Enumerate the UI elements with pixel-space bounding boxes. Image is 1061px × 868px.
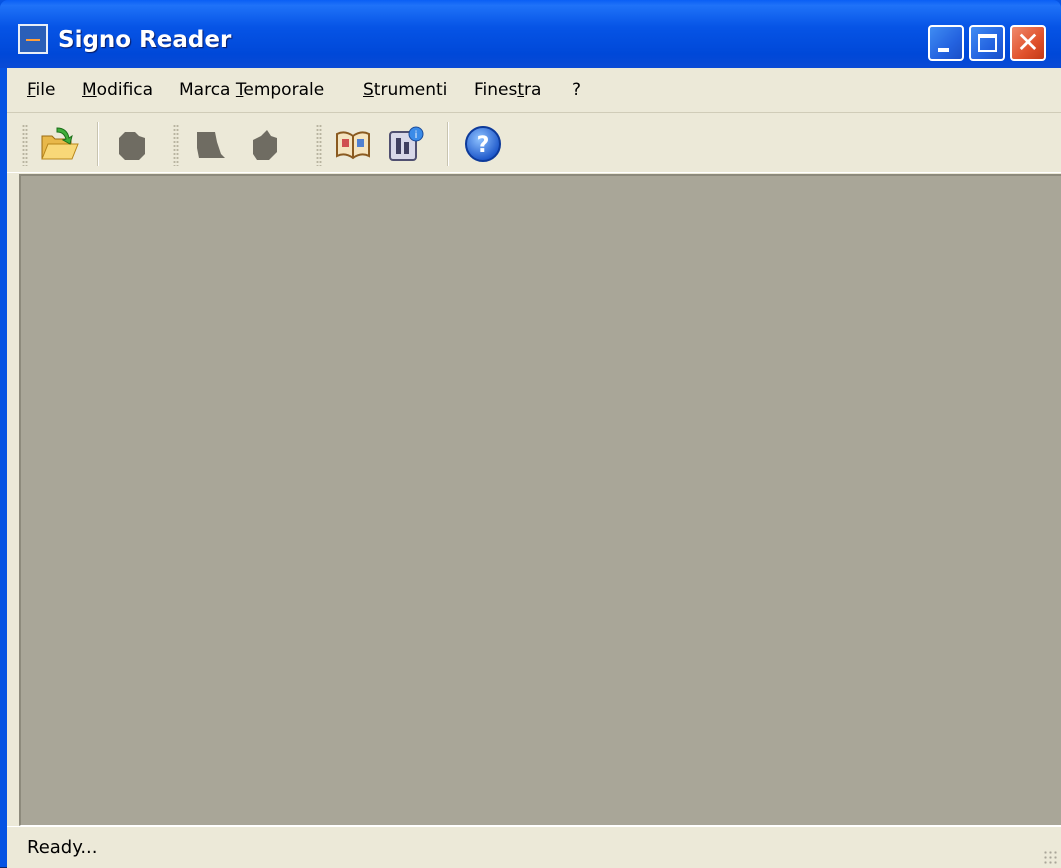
minimize-button[interactable] [928, 25, 964, 61]
menu-bar: File Modifica Marca Temporale Strumenti … [7, 68, 1061, 113]
toolbar: i ? [7, 114, 1061, 173]
close-icon: ✕ [1016, 26, 1040, 59]
open-folder-icon[interactable] [39, 124, 79, 164]
app-window: Signo Reader ✕ File Modifica Marca Tempo… [0, 0, 1061, 868]
book-icon[interactable] [333, 124, 373, 164]
toolbar-grip[interactable] [316, 124, 322, 166]
resize-grip[interactable] [1043, 850, 1059, 866]
app-icon[interactable] [18, 24, 48, 54]
info-tools-icon[interactable]: i [385, 124, 425, 164]
menu-modifica[interactable]: Modifica [82, 79, 153, 101]
menu-strumenti[interactable]: Strumenti [363, 79, 447, 101]
toolbar-grip[interactable] [173, 124, 179, 166]
sign-icon[interactable] [111, 124, 151, 164]
status-bar: Ready... [7, 826, 1061, 868]
window-title: Signo Reader [58, 27, 232, 53]
title-bar[interactable]: Signo Reader ✕ [0, 0, 1061, 68]
minimize-icon [938, 48, 949, 52]
menu-finestra[interactable]: Finestra [474, 79, 541, 101]
help-icon[interactable]: ? [463, 124, 503, 164]
svg-text:?: ? [477, 133, 490, 158]
maximize-icon [978, 34, 997, 52]
mdi-workspace[interactable] [19, 174, 1061, 826]
close-button[interactable]: ✕ [1010, 25, 1046, 61]
menu-help[interactable]: ? [572, 79, 581, 101]
svg-text:i: i [415, 130, 418, 141]
cosign-icon[interactable] [245, 124, 285, 164]
status-text: Ready... [27, 837, 98, 858]
menu-marca-temporale[interactable]: Marca Temporale [179, 79, 324, 101]
toolbar-separator [97, 122, 98, 166]
menu-file[interactable]: File [27, 79, 55, 101]
toolbar-grip[interactable] [22, 124, 28, 166]
verify-icon[interactable] [191, 124, 231, 164]
client-area: File Modifica Marca Temporale Strumenti … [7, 68, 1061, 868]
toolbar-separator [447, 122, 448, 166]
maximize-button[interactable] [969, 25, 1005, 61]
